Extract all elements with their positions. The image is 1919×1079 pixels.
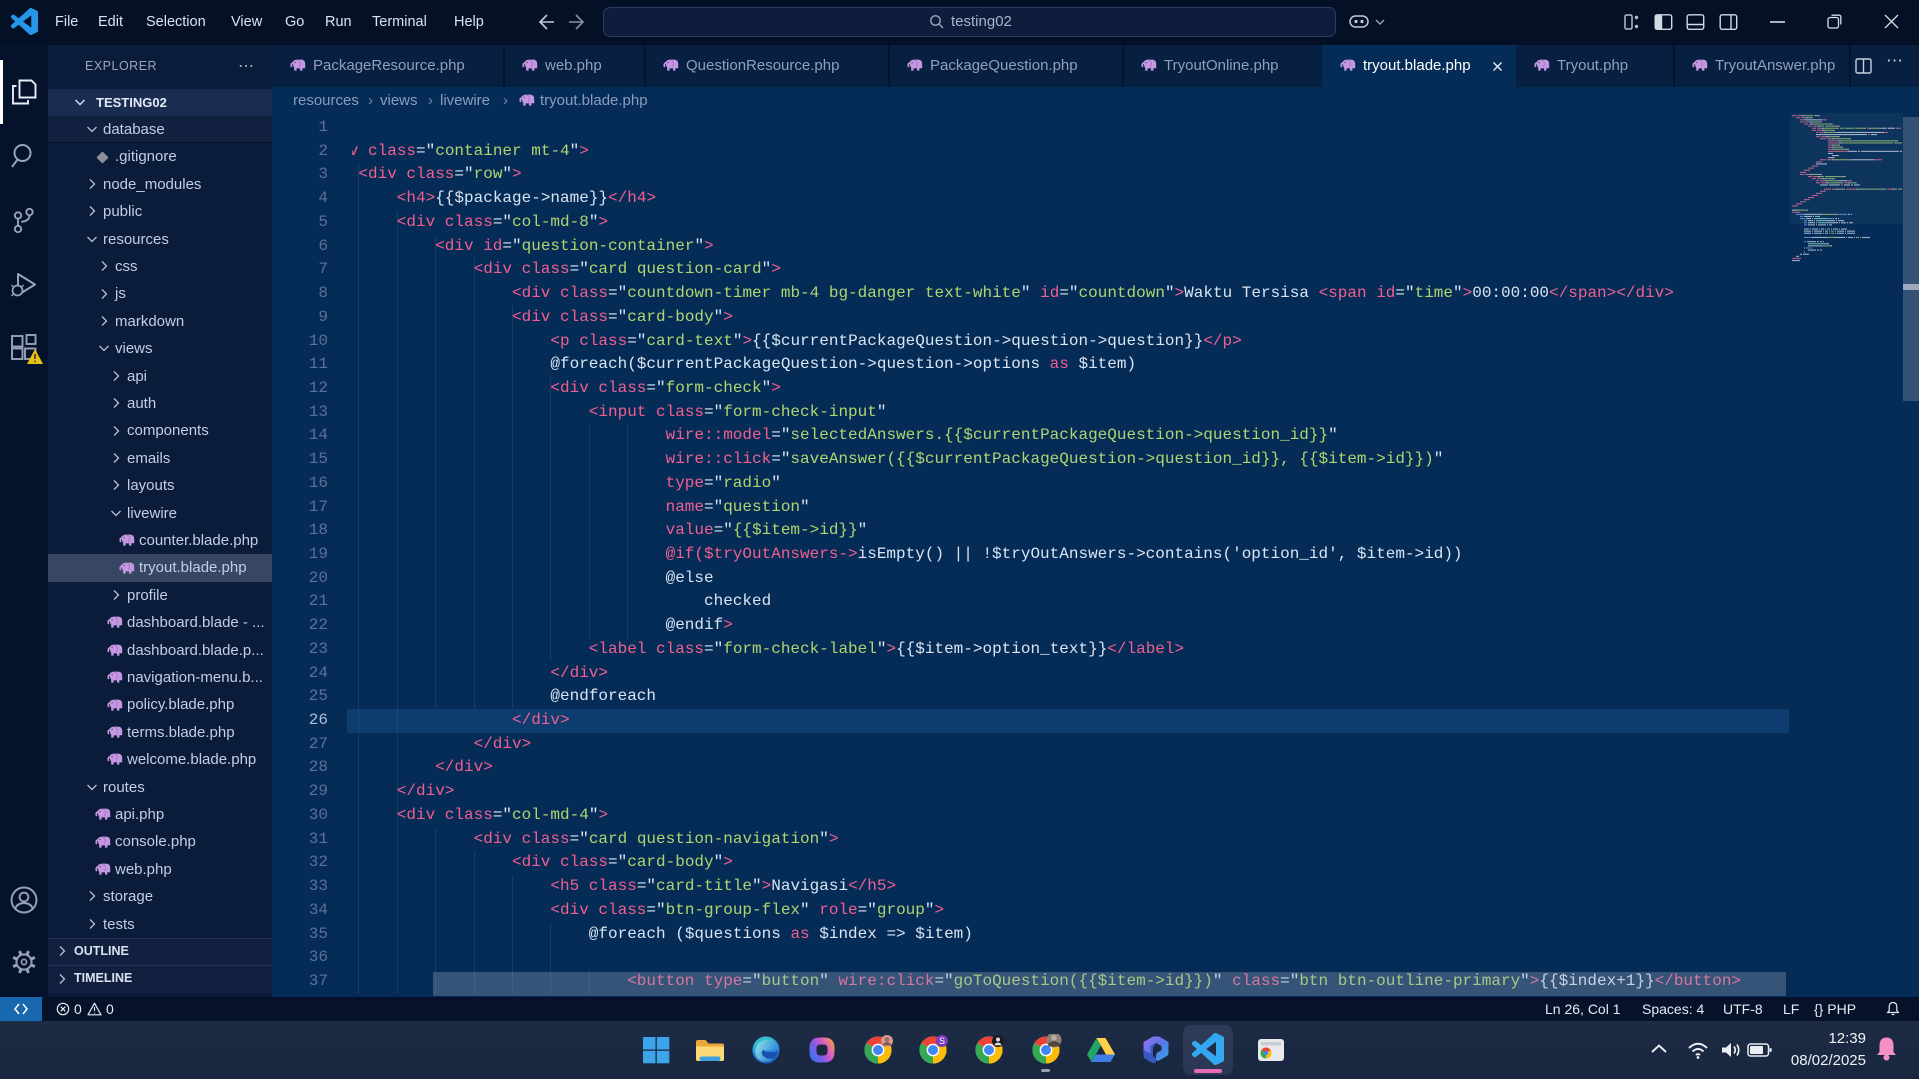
svg-text:S: S	[939, 1036, 945, 1046]
